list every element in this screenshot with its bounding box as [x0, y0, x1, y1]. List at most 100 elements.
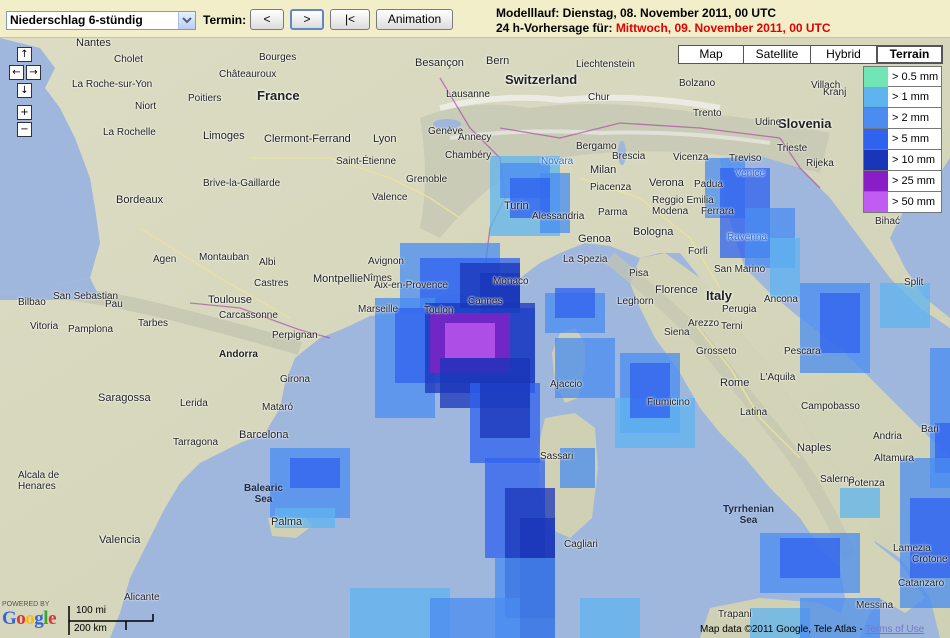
legend-label: > 2 mm — [892, 112, 929, 124]
city-label: Cholet — [114, 54, 143, 65]
city-label: Messina — [856, 600, 894, 611]
app-window: Niederschlag 6-stündig Termin: < > |< An… — [0, 0, 950, 638]
map-type-map-button[interactable]: Map — [678, 45, 744, 64]
city-label: Agen — [153, 254, 177, 265]
legend-label: > 25 mm — [892, 175, 936, 187]
city-label: Mataró — [262, 402, 294, 413]
city-label: Crotone — [912, 554, 948, 565]
city-label: Saragossa — [98, 392, 151, 404]
map-type-terrain-button[interactable]: Terrain — [876, 45, 943, 64]
next-step-button[interactable]: > — [290, 9, 324, 30]
city-label: Milan — [590, 164, 617, 176]
city-label: Nantes — [76, 37, 111, 49]
city-label: Pisa — [629, 268, 649, 279]
city-label: Siena — [664, 327, 690, 338]
previous-step-button[interactable]: < — [250, 9, 284, 30]
city-label: Ajaccio — [550, 379, 583, 390]
legend-row: > 50 mm — [863, 192, 942, 213]
city-label: Verona — [649, 177, 684, 189]
forecast-date: Mittwoch, 09. November 2011, 00 UTC — [615, 21, 831, 35]
legend-row: > 10 mm — [863, 150, 942, 171]
pan-left-button[interactable]: ← — [9, 65, 24, 80]
pan-down-button[interactable]: ↓ — [17, 83, 32, 98]
city-label: Cagliari — [564, 539, 598, 550]
city-label: San Sebastian — [53, 291, 119, 302]
sea-label-balearic: Balearic Sea — [244, 483, 283, 505]
city-label: Vicenza — [673, 152, 709, 163]
terms-of-use-link[interactable]: Terms of Use — [865, 624, 924, 635]
precipitation-cell — [430, 598, 520, 638]
city-label: Genève — [428, 126, 464, 137]
country-label-switzerland: Switzerland — [505, 72, 578, 87]
precipitation-cell — [290, 458, 340, 488]
map-canvas[interactable]: France Switzerland Italy Slovenia Andorr… — [0, 38, 950, 638]
city-label: Turin — [504, 200, 529, 212]
precipitation-cell — [555, 288, 595, 318]
pan-right-button[interactable]: → — [26, 65, 41, 80]
city-label: Bern — [486, 55, 510, 67]
city-label: Alcala de Henares — [18, 470, 60, 492]
legend-row: > 1 mm — [863, 87, 942, 108]
city-label: L'Aquila — [760, 372, 796, 383]
city-label: Besançon — [415, 57, 464, 69]
parameter-select[interactable]: Niederschlag 6-stündig — [6, 11, 196, 30]
legend-swatch — [864, 108, 888, 128]
city-label: Ravenna — [727, 232, 768, 243]
city-label: Ancona — [764, 294, 798, 305]
city-label: Piacenza — [590, 182, 632, 193]
termin-label: Termin: — [203, 13, 247, 27]
map-type-hybrid-button[interactable]: Hybrid — [810, 45, 877, 64]
legend-swatch — [864, 87, 888, 107]
city-label: Lerida — [180, 398, 208, 409]
map-attribution: Map data ©2011 Google, Tele Atlas - Term… — [700, 624, 924, 635]
city-label: Limoges — [203, 130, 245, 142]
precipitation-cell — [770, 238, 800, 298]
city-label: La Spezia — [563, 254, 608, 265]
country-label-andorra: Andorra — [219, 349, 258, 360]
city-label: Poitiers — [188, 93, 222, 104]
first-step-button[interactable]: |< — [330, 9, 370, 30]
city-label: Perpignan — [272, 330, 318, 341]
city-label: Latina — [740, 407, 768, 418]
google-logo[interactable]: Google — [2, 608, 56, 630]
city-label: Liechtenstein — [576, 59, 635, 70]
animation-button[interactable]: Animation — [376, 9, 453, 30]
legend-swatch — [864, 150, 888, 170]
city-label: Terni — [721, 321, 743, 332]
powered-by-label: POWERED BY — [2, 601, 50, 608]
city-label: Lamezia — [893, 543, 931, 554]
city-label: Split — [904, 277, 924, 288]
city-label: Bari — [921, 424, 939, 435]
map-type-satellite-button[interactable]: Satellite — [743, 45, 811, 64]
city-label: Bilbao — [18, 297, 46, 308]
city-label: Tarbes — [138, 318, 169, 329]
forecast-prefix: 24 h-Vorhersage für: — [496, 21, 616, 35]
forecast-text: 24 h-Vorhersage für: Mittwoch, 09. Novem… — [496, 21, 831, 35]
city-label: Bordeaux — [116, 194, 164, 206]
city-label: Parma — [598, 207, 628, 218]
city-label: Modena — [652, 206, 689, 217]
city-label: Catanzaro — [898, 578, 945, 589]
city-label: Arezzo — [688, 318, 720, 329]
city-label: Bihać — [875, 216, 901, 227]
country-label-italy: Italy — [706, 288, 733, 303]
legend-swatch — [864, 192, 888, 212]
city-label: Valence — [372, 192, 408, 203]
city-label: Campobasso — [801, 401, 860, 412]
zoom-out-button[interactable]: − — [17, 122, 32, 137]
legend-label: > 5 mm — [892, 133, 929, 145]
city-label: Nîmes — [363, 273, 392, 284]
pan-up-button[interactable]: ↑ — [17, 47, 32, 62]
city-label: Girona — [280, 374, 311, 385]
precipitation-cell — [445, 323, 495, 358]
chevron-down-icon[interactable] — [178, 12, 195, 29]
city-label: Marseille — [358, 304, 399, 315]
precipitation-cell — [910, 498, 950, 578]
zoom-in-button[interactable]: + — [17, 105, 32, 120]
city-label: Toulon — [424, 305, 454, 316]
legend-swatch — [864, 67, 888, 87]
city-label: Sassari — [540, 451, 574, 462]
scale-miles-label: 100 mi — [76, 605, 107, 616]
city-label: Saint-Étienne — [336, 156, 397, 167]
city-label: La Roche-sur-Yon — [72, 79, 153, 90]
